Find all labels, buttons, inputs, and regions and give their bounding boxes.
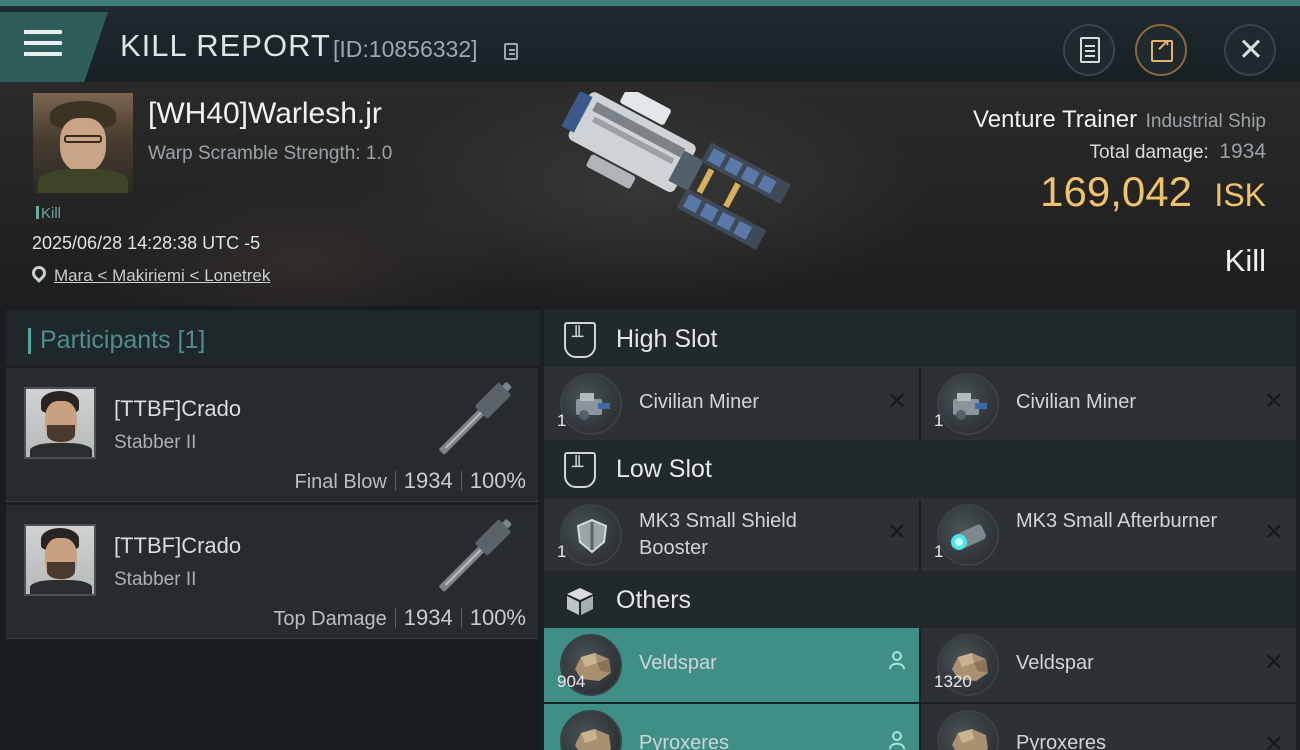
item-name: Veldspar: [639, 652, 717, 674]
ore-icon: [937, 710, 999, 750]
destroyed-icon: ✕: [886, 518, 907, 546]
menu-button[interactable]: [0, 12, 108, 82]
miner-icon: [560, 373, 622, 435]
participants-header: Participants [1]: [6, 310, 540, 366]
close-button[interactable]: ✕: [1224, 24, 1276, 76]
cargo-item[interactable]: Pyroxeres ✕: [921, 704, 1296, 750]
high-slot-header: High Slot: [544, 310, 1296, 370]
others-title: Others: [616, 586, 692, 614]
item-name: MK3 Small Afterburner: [1016, 510, 1218, 532]
page-title: KILL REPORT: [120, 28, 331, 63]
item-quantity: 904: [557, 672, 586, 691]
participant-percent: 100%: [469, 468, 526, 493]
location-link[interactable]: Mara < Makiriemi < Lonetrek: [54, 266, 270, 286]
destroyed-icon: ✕: [1263, 730, 1284, 750]
participant-ship: Stabber II: [114, 569, 197, 590]
kill-type: Kill: [1224, 243, 1266, 278]
item-quantity: 1: [934, 411, 944, 430]
report-id: [ID:10856332]: [333, 36, 478, 62]
fitting-panel: High Slot 1 Civilian Miner ✕ 1 Civilian …: [540, 306, 1300, 750]
item-name: Pyroxeres: [1016, 732, 1107, 750]
destroyed-icon: ✕: [1263, 387, 1284, 415]
participant-damage: 1934: [403, 468, 453, 493]
fitted-item[interactable]: 1 Civilian Miner ✕: [921, 367, 1296, 441]
participant-role: Final Blow: [294, 471, 387, 493]
victim-name[interactable]: [WH40]Warlesh.jr: [148, 97, 382, 131]
victim-avatar[interactable]: [33, 93, 133, 193]
cargo-box-icon: [567, 588, 593, 615]
isk-unit: ISK: [1214, 177, 1266, 213]
weapon-icon: [439, 382, 512, 455]
item-quantity: 1: [934, 542, 944, 561]
item-quantity: 1: [557, 542, 567, 561]
isk-value: 169,042: [1040, 168, 1192, 215]
fitted-item[interactable]: 1 MK3 Small Afterburner ✕: [921, 498, 1296, 572]
kill-timestamp: 2025/06/28 14:28:38 UTC -5: [32, 233, 261, 253]
afterburner-icon: [937, 504, 999, 566]
item-quantity: 1320: [934, 672, 972, 691]
ore-icon: [560, 710, 622, 750]
item-name: Veldspar: [1016, 652, 1094, 674]
top-bar: KILL REPORT [ID:10856332] ✕: [0, 0, 1300, 82]
fitted-item[interactable]: 1 MK3 Small Shield Booster ✕: [544, 498, 919, 572]
participant-name[interactable]: [TTBF]Crado: [114, 396, 241, 422]
low-slot-title: Low Slot: [616, 455, 712, 483]
total-damage-label: Total damage:: [1089, 142, 1209, 163]
avatar[interactable]: [24, 524, 96, 596]
participant-damage: 1934: [403, 605, 453, 630]
warp-scramble-strength: Warp Scramble Strength: 1.0: [148, 143, 393, 164]
ship-name[interactable]: Venture Trainer: [973, 106, 1137, 133]
item-name: MK3 Small Shield Booster: [639, 510, 797, 559]
participant-row[interactable]: [TTBF]Crado Stabber II Top Damage 1934 100…: [6, 505, 538, 639]
high-slot-title: High Slot: [616, 325, 718, 353]
low-slot-header: Low Slot: [544, 440, 1296, 500]
avatar[interactable]: [24, 387, 96, 459]
high-slot-icon: [564, 322, 596, 358]
participants-panel: Participants [1] [TTBF]Crado Stabber II …: [0, 306, 540, 750]
participants-title: Participants [1]: [40, 326, 206, 354]
destroyed-icon: ✕: [886, 387, 907, 415]
isk-value-line: 169,042 ISK: [1040, 168, 1266, 216]
destroyed-icon: ✕: [1263, 648, 1284, 676]
cargo-item[interactable]: 904 Veldspar: [544, 628, 919, 702]
miner-icon: [937, 373, 999, 435]
participant-role: Top Damage: [273, 608, 387, 630]
item-name: Pyroxeres: [639, 732, 730, 750]
document-icon: [1080, 37, 1100, 63]
ship-info: Venture Trainer Industrial Ship: [973, 106, 1266, 134]
participant-ship: Stabber II: [114, 432, 197, 453]
weapon-icon: [439, 519, 512, 592]
report-details-button[interactable]: [1063, 24, 1115, 76]
copy-icon[interactable]: [504, 43, 518, 60]
ship-class: Industrial Ship: [1145, 111, 1266, 132]
destroyed-icon: ✕: [1263, 518, 1284, 546]
total-damage: Total damage: 1934: [1089, 140, 1266, 164]
cargo-item[interactable]: Pyroxeres: [544, 704, 919, 750]
kill-tag: Kill: [36, 205, 61, 222]
others-header: Others: [544, 571, 1296, 631]
participant-name[interactable]: [TTBF]Crado: [114, 533, 241, 559]
item-quantity: 1: [557, 411, 567, 430]
person-icon: [887, 730, 907, 750]
total-damage-value: 1934: [1219, 140, 1266, 163]
shield-booster-icon: [560, 504, 622, 566]
participant-percent: 100%: [469, 605, 526, 630]
low-slot-icon: [564, 452, 596, 488]
share-button[interactable]: [1135, 24, 1187, 76]
participant-row[interactable]: [TTBF]Crado Stabber II Final Blow 1934 100…: [6, 368, 538, 502]
ship-image: [561, 92, 790, 250]
fitted-item[interactable]: 1 Civilian Miner ✕: [544, 367, 919, 441]
item-name: Civilian Miner: [639, 391, 760, 413]
participant-stats: Top Damage 1934 100%: [273, 605, 526, 631]
close-icon: ✕: [1238, 32, 1264, 68]
person-icon: [887, 650, 907, 675]
item-name: Civilian Miner: [1016, 391, 1137, 413]
cargo-item[interactable]: 1320 Veldspar ✕: [921, 628, 1296, 702]
participant-stats: Final Blow 1934 100%: [295, 468, 527, 494]
share-icon: [1151, 36, 1173, 62]
